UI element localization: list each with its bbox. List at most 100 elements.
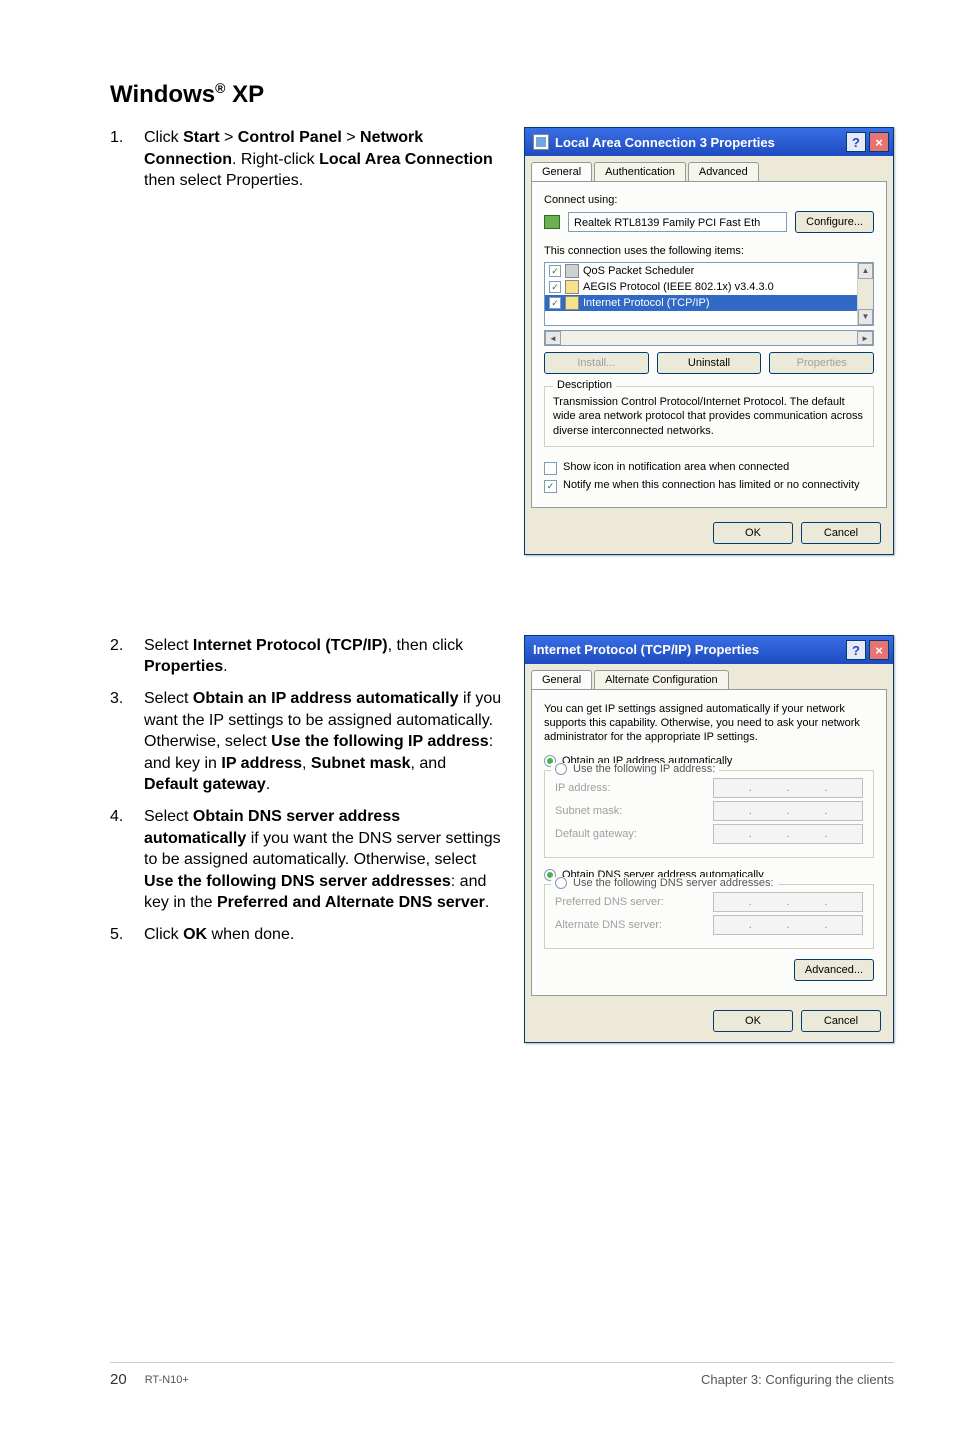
description-groupbox: Description Transmission Control Protoco… <box>544 386 874 447</box>
use-ip-radio[interactable] <box>555 763 567 775</box>
step-number: 3. <box>110 688 128 796</box>
list-item: Internet Protocol (TCP/IP) <box>583 297 710 309</box>
t: . <box>266 776 270 793</box>
kw-obtain-ip: Obtain an IP address automatically <box>193 690 459 707</box>
t: Select <box>144 637 193 654</box>
kw-properties: Properties <box>144 658 223 675</box>
titlebar[interactable]: Local Area Connection 3 Properties ? × <box>525 128 893 156</box>
use-ip-label: Use the following IP address: <box>573 763 715 775</box>
step2-text: Select Internet Protocol (TCP/IP), then … <box>144 635 504 678</box>
scrollbar-horizontal[interactable]: ◄ ► <box>544 330 874 346</box>
ip-address-field[interactable]: ... <box>713 778 863 798</box>
page-footer: 20 RT-N10+ Chapter 3: Configuring the cl… <box>0 1362 954 1388</box>
kw-use-following-ip: Use the following IP address <box>271 733 489 750</box>
step-number: 4. <box>110 806 128 914</box>
model-name: RT-N10+ <box>145 1374 189 1386</box>
uses-items-label: This connection uses the following items… <box>544 245 874 257</box>
kw-ok: OK <box>183 926 207 943</box>
close-button[interactable]: × <box>869 640 889 660</box>
tab-general[interactable]: General <box>531 162 592 181</box>
step-number: 1. <box>110 127 128 192</box>
preferred-dns-field[interactable]: ... <box>713 892 863 912</box>
properties-button[interactable]: Properties <box>769 352 874 374</box>
description-legend: Description <box>553 379 616 391</box>
t: , then click <box>388 637 464 654</box>
t: , <box>302 755 311 772</box>
step-number: 2. <box>110 635 128 678</box>
scroll-down-icon[interactable]: ▼ <box>858 309 873 325</box>
intro-text: You can get IP settings assigned automat… <box>544 702 874 745</box>
help-button[interactable]: ? <box>846 640 866 660</box>
show-icon-checkbox[interactable] <box>544 462 557 475</box>
tab-authentication[interactable]: Authentication <box>594 162 686 181</box>
help-button[interactable]: ? <box>846 132 866 152</box>
scroll-right-icon[interactable]: ► <box>857 331 873 345</box>
tab-row: General Alternate Configuration <box>531 670 887 689</box>
configure-button[interactable]: Configure... <box>795 211 874 233</box>
use-dns-radio[interactable] <box>555 877 567 889</box>
tab-general[interactable]: General <box>531 670 592 689</box>
cancel-button[interactable]: Cancel <box>801 522 881 544</box>
default-gateway-field[interactable]: ... <box>713 824 863 844</box>
advanced-button[interactable]: Advanced... <box>794 959 874 981</box>
subnet-mask-field[interactable]: ... <box>713 801 863 821</box>
scroll-track[interactable] <box>561 331 857 345</box>
lac-properties-dialog: Local Area Connection 3 Properties ? × G… <box>524 127 894 555</box>
t: Select <box>144 690 193 707</box>
ip-groupbox: Use the following IP address: IP address… <box>544 770 874 858</box>
show-icon-label: Show icon in notification area when conn… <box>563 461 789 473</box>
t: > <box>342 129 360 146</box>
step5-text: Click OK when done. <box>144 924 504 946</box>
dns-groupbox: Use the following DNS server addresses: … <box>544 884 874 949</box>
notify-label: Notify me when this connection has limit… <box>563 479 860 491</box>
titlebar[interactable]: Internet Protocol (TCP/IP) Properties ? … <box>525 636 893 664</box>
notify-checkbox[interactable]: ✓ <box>544 480 557 493</box>
tcpip-properties-dialog: Internet Protocol (TCP/IP) Properties ? … <box>524 635 894 1043</box>
checkbox-icon[interactable]: ✓ <box>549 297 561 309</box>
t: , and <box>411 755 447 772</box>
kw-subnet: Subnet mask <box>311 755 411 772</box>
instructions-block-1: 1. Click Start > Control Panel > Network… <box>110 127 504 202</box>
checkbox-icon[interactable]: ✓ <box>549 265 561 277</box>
step3-text: Select Obtain an IP address automaticall… <box>144 688 504 796</box>
window-icon <box>533 134 549 150</box>
page-number: 20 <box>110 1371 127 1388</box>
connect-using-label: Connect using: <box>544 194 874 206</box>
install-button[interactable]: Install... <box>544 352 649 374</box>
ok-button[interactable]: OK <box>713 1010 793 1032</box>
t: Click <box>144 926 183 943</box>
kw-pref-alt-dns: Preferred and Alternate DNS server <box>217 894 485 911</box>
t: > <box>220 129 238 146</box>
page-heading: Windows® XP <box>110 80 894 109</box>
items-listbox[interactable]: ✓ QoS Packet Scheduler ✓ AEGIS Protocol … <box>544 262 874 326</box>
protocol-icon <box>565 280 579 294</box>
uninstall-button[interactable]: Uninstall <box>657 352 762 374</box>
heading-suffix: XP <box>225 81 264 108</box>
t: then select Properties. <box>144 172 303 189</box>
kw-internet-protocol: Internet Protocol (TCP/IP) <box>193 637 388 654</box>
tab-content: You can get IP settings assigned automat… <box>531 689 887 996</box>
ok-button[interactable]: OK <box>713 522 793 544</box>
t: Select <box>144 808 193 825</box>
tab-alternate[interactable]: Alternate Configuration <box>594 670 729 689</box>
scroll-left-icon[interactable]: ◄ <box>545 331 561 345</box>
scrollbar[interactable]: ▲ ▼ <box>857 263 873 325</box>
cancel-button[interactable]: Cancel <box>801 1010 881 1032</box>
ip-address-label: IP address: <box>555 782 703 794</box>
heading-prefix: Windows <box>110 81 215 108</box>
tab-content: Connect using: Realtek RTL8139 Family PC… <box>531 181 887 508</box>
close-button[interactable]: × <box>869 132 889 152</box>
scroll-up-icon[interactable]: ▲ <box>858 263 873 279</box>
tab-advanced[interactable]: Advanced <box>688 162 759 181</box>
list-item: AEGIS Protocol (IEEE 802.1x) v3.4.3.0 <box>583 281 774 293</box>
kw-start: Start <box>183 129 219 146</box>
t: when done. <box>207 926 294 943</box>
t: . <box>223 658 227 675</box>
default-gateway-label: Default gateway: <box>555 828 703 840</box>
t: Click <box>144 129 183 146</box>
adapter-field[interactable]: Realtek RTL8139 Family PCI Fast Eth <box>568 212 787 232</box>
alternate-dns-field[interactable]: ... <box>713 915 863 935</box>
step4-text: Select Obtain DNS server address automat… <box>144 806 504 914</box>
nic-icon <box>544 215 560 229</box>
checkbox-icon[interactable]: ✓ <box>549 281 561 293</box>
